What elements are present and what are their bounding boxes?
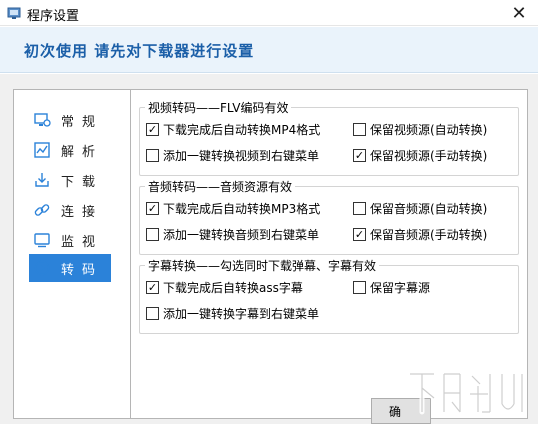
- checkmark-icon: ✓: [147, 123, 158, 136]
- checkbox[interactable]: [146, 307, 159, 320]
- convert-icon: [33, 259, 51, 277]
- group-title: 视频转码——FLV编码有效: [145, 99, 292, 116]
- keep-video-source-manual-checkbox[interactable]: ✓ 保留视频源(手动转换): [353, 147, 487, 164]
- group-title: 字幕转换——勾选同时下载弹幕、字幕有效: [145, 257, 380, 274]
- keep-audio-source-manual-checkbox[interactable]: ✓ 保留音频源(手动转换): [353, 226, 487, 243]
- checkmark-icon: ✓: [354, 228, 365, 241]
- group-title: 音频转码——音频资源有效: [145, 178, 296, 195]
- keep-video-source-auto-checkbox[interactable]: 保留视频源(自动转换): [353, 121, 487, 138]
- checkmark-icon: ✓: [147, 281, 158, 294]
- download-icon: [33, 171, 51, 189]
- watermark-logo: [407, 371, 525, 415]
- add-video-context-menu-checkbox[interactable]: 添加一键转换视频到右键菜单: [146, 147, 319, 164]
- add-audio-context-menu-checkbox[interactable]: 添加一键转换音频到右键菜单: [146, 226, 319, 243]
- window-title: 程序设置: [27, 9, 80, 24]
- checkbox[interactable]: [353, 123, 366, 136]
- video-transcode-group: 视频转码——FLV编码有效 ✓ 下载完成后自动转换MP4格式 保留视频源(自动转…: [139, 99, 519, 176]
- banner-text: 初次使用 请先对下载器进行设置: [24, 42, 255, 60]
- sidebar-item-transcode[interactable]: 转码: [29, 254, 111, 282]
- app-icon: [7, 7, 21, 19]
- checkbox[interactable]: ✓: [146, 281, 159, 294]
- checkmark-icon: ✓: [147, 202, 158, 215]
- checkbox[interactable]: ✓: [353, 149, 366, 162]
- monitor-settings-icon: [33, 111, 51, 129]
- sidebar-item-connect[interactable]: 连接: [29, 196, 129, 224]
- keep-audio-source-auto-checkbox[interactable]: 保留音频源(自动转换): [353, 200, 487, 217]
- subtitle-convert-group: 字幕转换——勾选同时下载弹幕、字幕有效 ✓ 下载完成后自转换ass字幕 保留字幕…: [139, 257, 519, 334]
- title-bar: 程序设置 ✕: [0, 0, 538, 26]
- link-icon: [33, 201, 51, 219]
- checkbox[interactable]: ✓: [146, 202, 159, 215]
- sidebar-item-monitor[interactable]: 监视: [29, 226, 129, 254]
- sidebar-item-general[interactable]: 常规: [29, 106, 129, 134]
- sidebar-item-parse[interactable]: 解析: [29, 136, 129, 164]
- checkbox[interactable]: [353, 281, 366, 294]
- checkbox[interactable]: ✓: [146, 123, 159, 136]
- sidebar-item-label: 连接: [61, 204, 104, 220]
- sidebar-item-label: 监视: [61, 234, 104, 250]
- auto-convert-mp3-checkbox[interactable]: ✓ 下载完成后自动转换MP3格式: [146, 200, 320, 217]
- audio-transcode-group: 音频转码——音频资源有效 ✓ 下载完成后自动转换MP3格式 保留音频源(自动转换…: [139, 178, 519, 255]
- monitor-icon: [33, 231, 51, 249]
- checkbox[interactable]: ✓: [353, 228, 366, 241]
- chart-icon: [33, 141, 51, 159]
- sidebar-item-label: 解析: [61, 144, 104, 160]
- checkbox[interactable]: [353, 202, 366, 215]
- header-banner: 初次使用 请先对下载器进行设置: [0, 27, 538, 73]
- sidebar-item-label: 转码: [61, 262, 104, 278]
- close-icon: ✕: [511, 2, 527, 24]
- checkbox[interactable]: [146, 228, 159, 241]
- add-subtitle-context-menu-checkbox[interactable]: 添加一键转换字幕到右键菜单: [146, 305, 319, 322]
- auto-convert-ass-checkbox[interactable]: ✓ 下载完成后自转换ass字幕: [146, 279, 303, 296]
- close-button[interactable]: ✕: [500, 0, 538, 26]
- checkbox[interactable]: [146, 149, 159, 162]
- sidebar-item-label: 常规: [61, 114, 104, 130]
- auto-convert-mp4-checkbox[interactable]: ✓ 下载完成后自动转换MP4格式: [146, 121, 320, 138]
- keep-subtitle-source-checkbox[interactable]: 保留字幕源: [353, 279, 430, 296]
- sidebar-item-download[interactable]: 下载: [29, 166, 129, 194]
- settings-sidebar: 常规 解析 下载 连接 监视 转码: [13, 89, 131, 419]
- checkmark-icon: ✓: [354, 149, 365, 162]
- sidebar-item-label: 下载: [61, 174, 104, 190]
